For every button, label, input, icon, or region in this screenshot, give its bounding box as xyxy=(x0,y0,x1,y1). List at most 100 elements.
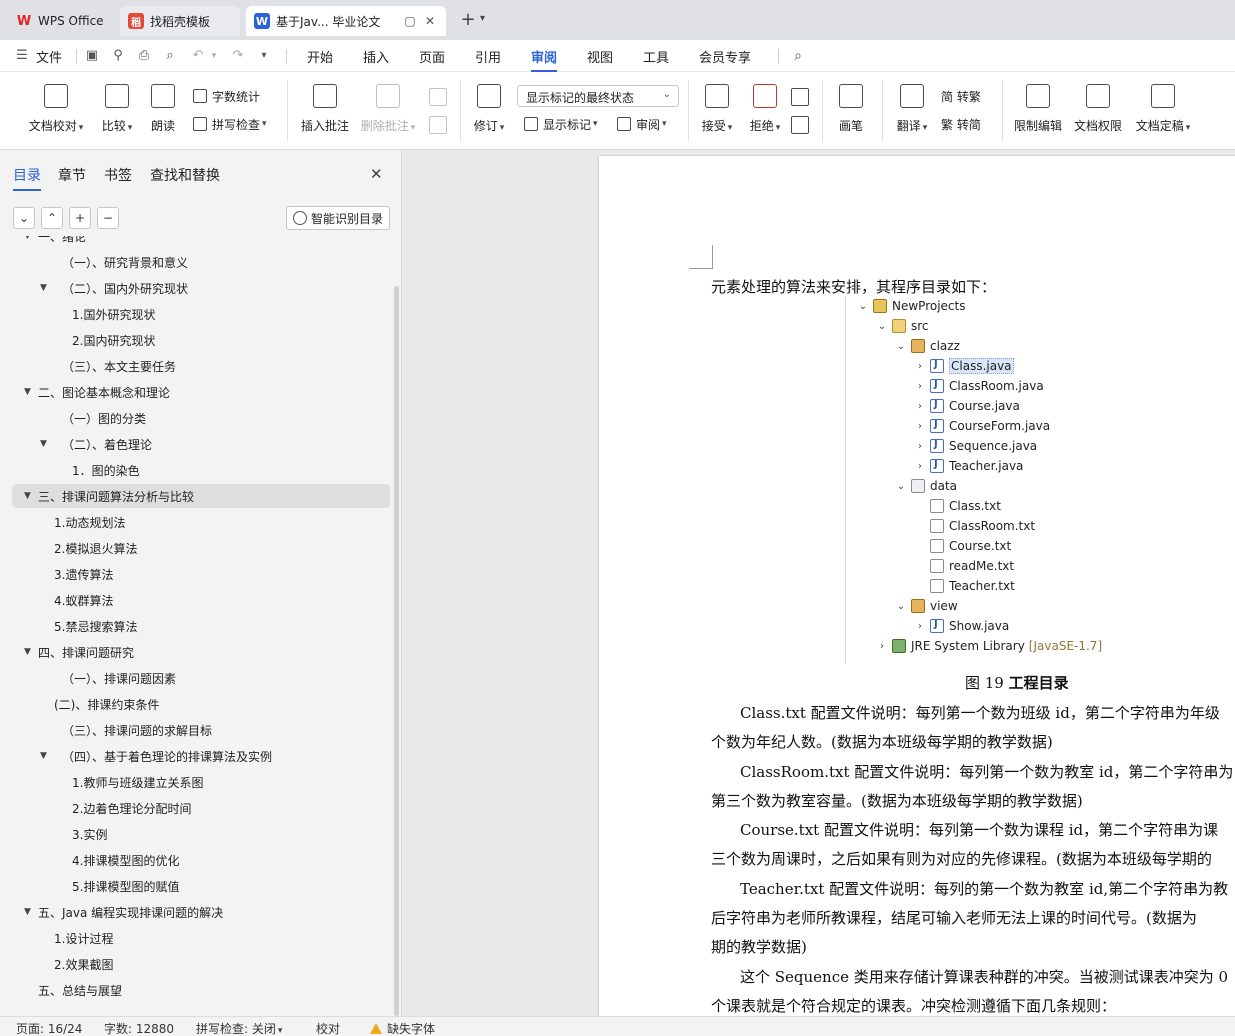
menu-tools[interactable]: 工具 xyxy=(643,47,669,66)
document-page[interactable]: 元素处理的算法来安排，其程序目录如下： ⌄ NewProjects ⌄ src ⌄ cla… xyxy=(599,156,1235,1016)
toc-item[interactable]: 3.遗传算法 xyxy=(12,562,390,586)
doc-permission-button[interactable]: 文档权限 xyxy=(1073,78,1123,138)
expand-arrow-icon[interactable]: ▼ xyxy=(24,236,31,241)
toc-item[interactable]: 1.国外研究现状 xyxy=(12,302,390,326)
expand-arrow-icon[interactable]: ▼ xyxy=(24,491,31,501)
expand-all-button[interactable]: ⌄ xyxy=(13,207,35,229)
chevron-down-icon[interactable]: ▾ xyxy=(206,48,222,64)
tree-node[interactable]: ⌄ view xyxy=(894,596,958,616)
menu-file[interactable]: 文件 xyxy=(36,47,62,66)
toc-item[interactable]: 4.排课模型图的优化 xyxy=(12,848,390,872)
tab-find-replace[interactable]: 查找和替换 xyxy=(150,165,220,185)
toc-item[interactable]: 2.模拟退火算法 xyxy=(12,536,390,560)
save-icon[interactable]: ▣ xyxy=(84,48,100,64)
tree-node[interactable]: ⌄ NewProjects xyxy=(856,296,965,316)
tree-node[interactable]: ⌄ data xyxy=(894,476,957,496)
collapse-all-button[interactable]: ⌃ xyxy=(41,207,63,229)
toc-item[interactable]: （一）、研究背景和意义 xyxy=(12,250,390,274)
tab-bookmarks[interactable]: 书签 xyxy=(104,165,132,185)
markup-state-select[interactable]: 显示标记的最终状态 ⌄ xyxy=(517,85,679,107)
toc-item[interactable]: 五、总结与展望 xyxy=(12,978,390,1002)
review-pane-button[interactable]: 审阅 ▾ xyxy=(617,114,667,134)
toc-item[interactable]: 1.教师与班级建立关系图 xyxy=(12,770,390,794)
toc-item[interactable]: ▼ （二）、着色理论 xyxy=(12,432,390,456)
track-changes-button[interactable]: 修订 ▾ xyxy=(470,78,508,138)
doc-check-button[interactable]: 文档校对 ▾ xyxy=(28,78,84,138)
to-simplified-button[interactable]: 繁 转简 xyxy=(941,114,981,134)
compare-button[interactable]: 比较 ▾ xyxy=(98,78,136,138)
toc-item[interactable]: 2.边着色理论分配时间 xyxy=(12,796,390,820)
chevron-down-icon[interactable]: ⌄ xyxy=(894,341,908,352)
chevron-down-icon[interactable]: ⌄ xyxy=(856,301,870,312)
expand-arrow-icon[interactable]: ▼ xyxy=(24,387,31,397)
toc-item[interactable]: 1．图的染色 xyxy=(12,458,390,482)
toc-item[interactable]: ▼ 二、图论基本概念和理论 xyxy=(12,380,390,404)
translate-button[interactable]: 翻译 ▾ xyxy=(893,78,931,138)
expand-arrow-icon[interactable]: ▼ xyxy=(40,439,47,449)
tab-document[interactable]: W 基于Jav... 毕业论文 ▢ ✕ xyxy=(246,6,446,36)
print-preview-icon[interactable]: ⌕ xyxy=(162,48,178,64)
missing-font-status[interactable]: 缺失字体 xyxy=(370,1020,435,1036)
toc-item[interactable]: （三）、排课问题的求解目标 xyxy=(12,718,390,742)
close-tab-icon[interactable]: ✕ xyxy=(422,13,438,29)
undo-icon[interactable]: ↶ xyxy=(190,48,206,64)
word-count-button[interactable]: 字数统计 xyxy=(193,86,260,106)
print-icon[interactable]: ⎙ xyxy=(136,48,152,64)
tree-node[interactable]: › Sequence.java xyxy=(913,436,1037,456)
toc-item[interactable]: 4.蚁群算法 xyxy=(12,588,390,612)
toc-item[interactable]: （一）图的分类 xyxy=(12,406,390,430)
toc-item[interactable]: 5.排课模型图的赋值 xyxy=(12,874,390,898)
tree-node[interactable]: ⌄ clazz xyxy=(894,336,960,356)
close-icon[interactable]: ✕ xyxy=(370,165,383,183)
chevron-right-icon[interactable]: › xyxy=(875,641,889,652)
toc-item[interactable]: 1.动态规划法 xyxy=(12,510,390,534)
spell-check-status[interactable]: 拼写检查: 关闭 ▾ xyxy=(196,1020,282,1036)
toc-item[interactable]: （一）、排课问题因素 xyxy=(12,666,390,690)
smart-toc-button[interactable]: 智能识别目录 xyxy=(286,206,390,230)
chevron-down-icon[interactable]: ⌄ xyxy=(894,601,908,612)
chevron-right-icon[interactable]: › xyxy=(913,401,927,412)
toc-scrollbar[interactable] xyxy=(394,286,399,1016)
tab-wps-office[interactable]: W WPS Office xyxy=(8,6,116,36)
tree-node[interactable]: Class.txt xyxy=(913,496,1001,516)
spell-check-button[interactable]: 拼写检查 ▾ xyxy=(193,114,267,134)
page-indicator[interactable]: 页面: 16/24 xyxy=(16,1020,82,1036)
tree-node[interactable]: › JRE System Library [JavaSE-1.7] xyxy=(875,636,1102,656)
chevron-right-icon[interactable]: › xyxy=(913,461,927,472)
tree-node[interactable]: › Show.java xyxy=(913,616,1009,636)
accept-button[interactable]: 接受 ▾ xyxy=(698,78,736,138)
restrict-edit-button[interactable]: 限制编辑 xyxy=(1013,78,1063,138)
toc-item[interactable]: 2.国内研究现状 xyxy=(12,328,390,352)
tree-node[interactable]: Teacher.txt xyxy=(913,576,1015,596)
add-heading-button[interactable]: + xyxy=(69,207,91,229)
next-change-icon[interactable] xyxy=(791,116,809,134)
chevron-right-icon[interactable]: › xyxy=(913,421,927,432)
tree-node[interactable]: ClassRoom.txt xyxy=(913,516,1035,536)
chevron-right-icon[interactable]: › xyxy=(913,621,927,632)
tree-node[interactable]: › CourseForm.java xyxy=(913,416,1050,436)
insert-comment-button[interactable]: 插入批注 xyxy=(300,78,350,138)
tree-node[interactable]: › Teacher.java xyxy=(913,456,1023,476)
remove-heading-button[interactable]: − xyxy=(97,207,119,229)
toc-item[interactable]: ▼ 五、Java 编程实现排课问题的解决 xyxy=(12,900,390,924)
hamburger-menu-icon[interactable]: ☰ xyxy=(14,48,30,64)
expand-arrow-icon[interactable]: ▼ xyxy=(40,283,47,293)
previous-change-icon[interactable] xyxy=(791,88,809,106)
chevron-down-icon[interactable]: ▾ xyxy=(480,13,485,24)
redo-icon[interactable]: ↷ xyxy=(230,48,246,64)
search-icon[interactable]: ⌕ xyxy=(790,48,806,64)
menu-insert[interactable]: 插入 xyxy=(363,47,389,66)
share-icon[interactable]: ⚲ xyxy=(110,48,126,64)
chevron-down-icon[interactable]: ⌄ xyxy=(894,481,908,492)
next-comment-icon[interactable] xyxy=(429,116,447,134)
word-count-indicator[interactable]: 字数: 12880 xyxy=(104,1020,174,1036)
chevron-down-icon[interactable]: ▾ xyxy=(256,48,272,64)
tab-toc[interactable]: 目录 xyxy=(13,165,41,191)
toc-item[interactable]: 3.实例 xyxy=(12,822,390,846)
chevron-right-icon[interactable]: › xyxy=(913,381,927,392)
chevron-down-icon[interactable]: ⌄ xyxy=(875,321,889,332)
toc-item[interactable]: ▼ 四、排课问题研究 xyxy=(12,640,390,664)
previous-comment-icon[interactable] xyxy=(429,88,447,106)
tree-node[interactable]: ⌄ src xyxy=(875,316,929,336)
menu-page[interactable]: 页面 xyxy=(419,47,445,66)
